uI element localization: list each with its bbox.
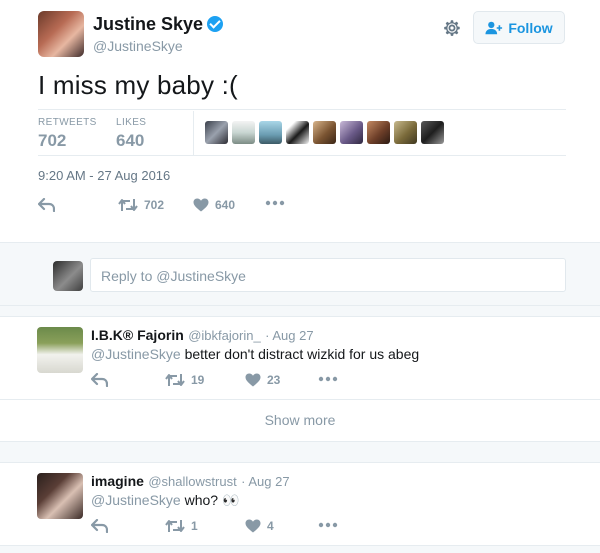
likers-avatars [205,121,444,144]
retweet-button[interactable]: 702 [118,198,164,212]
reply-more-button[interactable] [318,376,338,382]
reply-retweet-count: 19 [191,373,205,387]
liker-avatar[interactable] [259,121,282,144]
liker-avatar[interactable] [421,121,444,144]
reply-retweet-count: 1 [191,519,198,533]
liker-avatar[interactable] [313,121,336,144]
current-user-avatar [53,261,83,291]
reply-date[interactable]: · Aug 27 [265,328,313,343]
gear-icon[interactable] [441,17,463,39]
reply-reply-button[interactable] [91,373,108,387]
retweet-count: 702 [144,198,165,212]
spacer [0,546,600,553]
reply-author-name[interactable]: I.B.K® Fajorin [91,327,184,343]
stats-top-divider [38,109,566,110]
heart-icon [193,198,209,212]
follow-button[interactable]: Follow [473,11,565,44]
reply-author-handle[interactable]: @ibkfajorin_ [188,328,260,343]
more-icon [318,522,338,528]
retweets-label[interactable]: RETWEETS [38,117,97,128]
reply-text: @JustineSkye better don't distract wizki… [91,346,419,362]
reply-author-name[interactable]: imagine [91,473,144,489]
reply-retweet-button[interactable]: 1 [165,519,198,533]
reply-mention[interactable]: @JustineSkye [91,346,181,362]
liker-avatar[interactable] [232,121,255,144]
reply-author-handle[interactable]: @shallowstrust [148,474,236,489]
reply-like-count: 4 [267,519,274,533]
liker-avatar[interactable] [340,121,363,144]
author-avatar[interactable] [38,11,84,57]
reply-button[interactable] [38,198,55,212]
reply-header: I.B.K® Fajorin @ibkfajorin_ · Aug 27 [91,327,314,345]
follow-person-icon [485,21,503,34]
verified-icon [207,16,224,32]
retweet-icon [165,374,185,386]
like-button[interactable]: 640 [193,198,235,212]
reply-text: @JustineSkye who? 👀 [91,492,239,509]
heart-icon [245,373,261,387]
reply-body: better don't distract wizkid for us abeg [180,346,420,362]
stats-bottom-divider [38,155,566,156]
reply-like-button[interactable]: 23 [245,373,280,387]
likes-count[interactable]: 640 [116,131,144,151]
reply-mention[interactable]: @JustineSkye [91,492,181,508]
reply-input[interactable]: Reply to @JustineSkye [90,258,566,292]
stats-divider [193,111,194,155]
section-divider [0,462,600,463]
retweets-count[interactable]: 702 [38,131,66,151]
retweet-icon [165,520,185,532]
author-handle[interactable]: @JustineSkye [93,38,183,54]
liker-avatar[interactable] [205,121,228,144]
reply-reply-button[interactable] [91,519,108,533]
reply-icon [91,519,108,533]
section-divider [0,316,600,317]
reply-like-button[interactable]: 4 [245,519,274,533]
retweet-icon [118,199,138,211]
likes-label[interactable]: LIKES [116,117,146,128]
author-name-text[interactable]: Justine Skye [93,14,203,34]
reply-avatar[interactable] [37,327,83,373]
reply-avatar[interactable] [37,473,83,519]
more-icon [265,200,285,206]
tweet-timestamp[interactable]: 9:20 AM - 27 Aug 2016 [38,168,170,183]
liker-avatar[interactable] [286,121,309,144]
liker-avatar[interactable] [394,121,417,144]
reply-body: who? 👀 [180,492,240,508]
reply-more-button[interactable] [318,522,338,528]
reply-date[interactable]: · Aug 27 [241,474,289,489]
like-count: 640 [215,198,236,212]
show-more-link[interactable]: Show more [0,400,600,440]
reply-retweet-button[interactable]: 19 [165,373,204,387]
reply-header: imagine @shallowstrust · Aug 27 [91,473,290,491]
reply-icon [91,373,108,387]
tweet-text: I miss my baby :( [38,70,238,100]
author-name[interactable]: Justine Skye [93,14,224,35]
reply-icon [38,198,55,212]
more-button[interactable] [265,200,285,206]
heart-icon [245,519,261,533]
spacer [0,442,600,462]
reply-like-count: 23 [267,373,281,387]
liker-avatar[interactable] [367,121,390,144]
more-icon [318,376,338,382]
spacer [0,306,600,316]
follow-label: Follow [508,19,553,36]
